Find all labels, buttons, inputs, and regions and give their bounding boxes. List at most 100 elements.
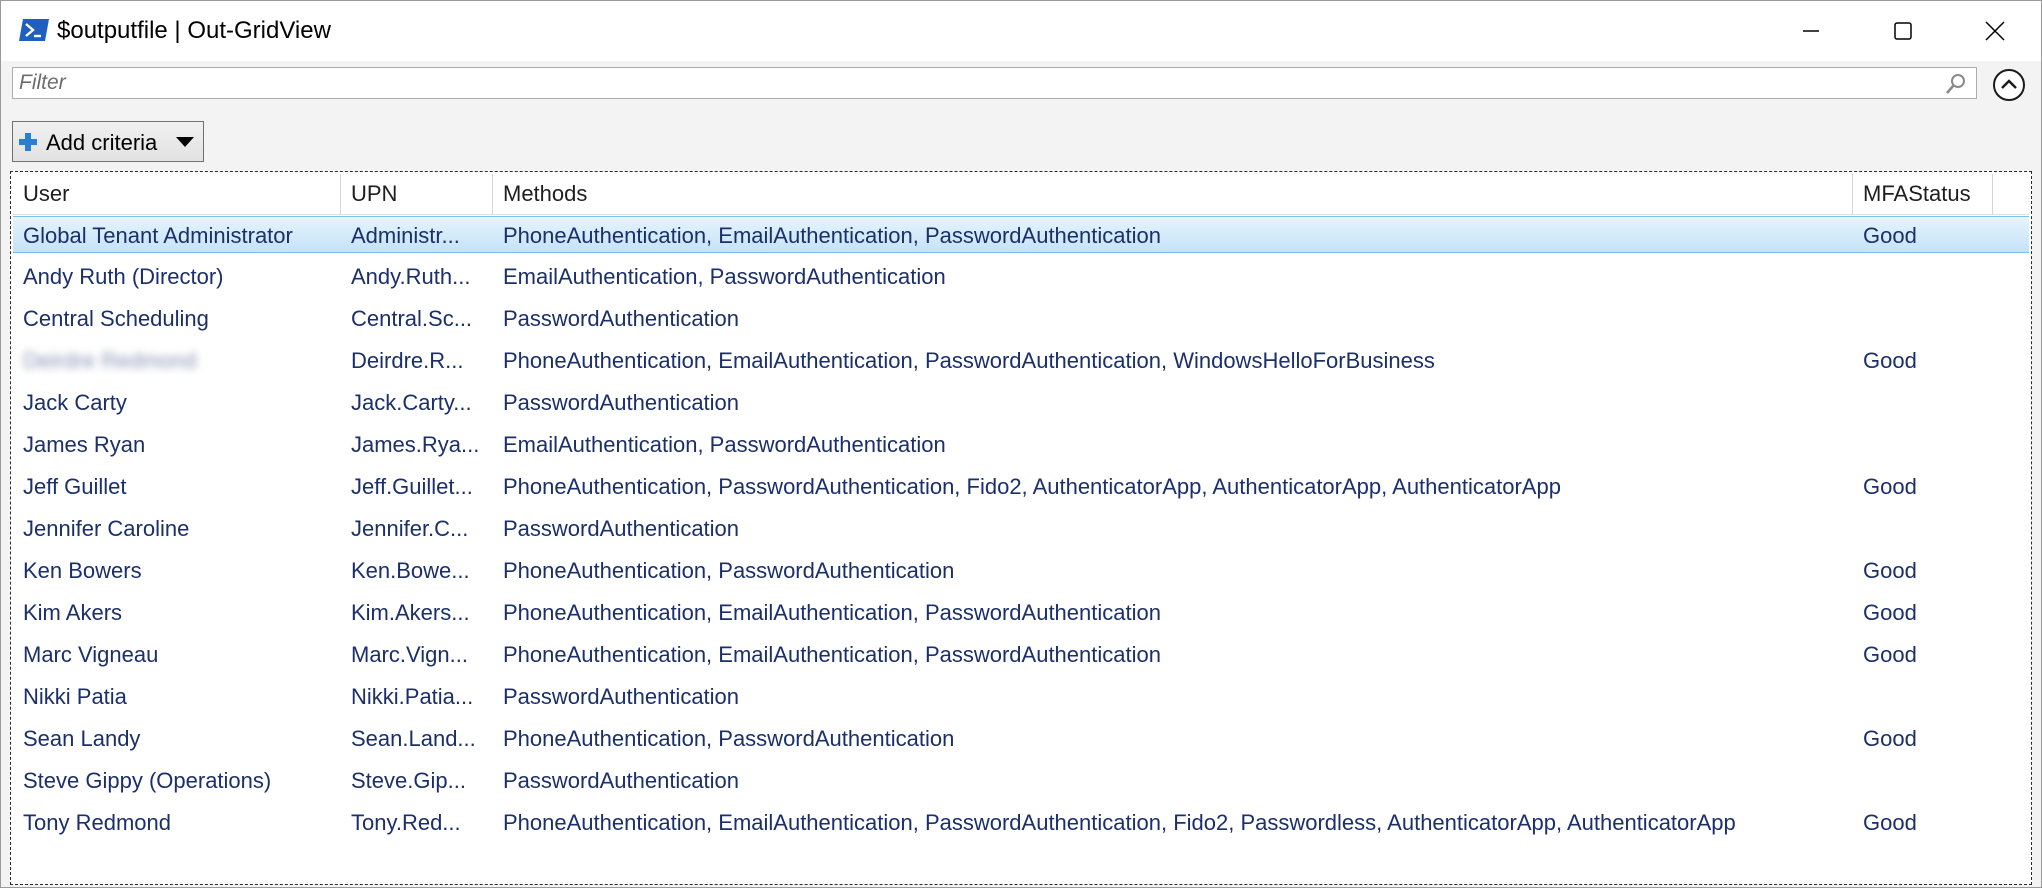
out-gridview-window: $outputfile | Out-GridView Filter Add cr… (0, 0, 2042, 888)
close-icon (1985, 21, 2005, 41)
cell-mfastatus: Good (1863, 726, 1917, 751)
cell-mfastatus (1853, 384, 1993, 421)
column-header-methods[interactable]: Methods (493, 174, 1853, 214)
column-header-mfastatus[interactable]: MFAStatus (1853, 174, 1993, 214)
cell-user: Sean Landy (23, 726, 141, 751)
table-row[interactable]: Tony Redmond Tony.Red... PhoneAuthenticati… (13, 804, 2029, 841)
cell-mfastatus: Good (1863, 642, 1917, 667)
cell-user: Jeff Guillet (23, 474, 127, 499)
cell-upn: James.Rya... (351, 432, 480, 457)
cell-methods: PasswordAuthentication (503, 306, 740, 331)
cell-user: Global Tenant Administrator (23, 223, 293, 248)
cell-mfastatus: Good (1863, 348, 1917, 373)
cell-methods: PhoneAuthentication, EmailAuthentication… (503, 642, 1161, 667)
cell-upn: Andy.Ruth... (351, 264, 471, 289)
cell-methods: PasswordAuthentication (503, 684, 740, 709)
cell-methods: EmailAuthentication, PasswordAuthenticat… (503, 264, 946, 289)
table-row[interactable]: Jack Carty Jack.Carty... PasswordAuthentic… (13, 384, 2029, 421)
filter-bar (1, 61, 2041, 111)
cell-mfastatus (1853, 762, 1993, 799)
column-header-filler (1993, 174, 2029, 214)
cell-mfastatus: Good (1863, 474, 1917, 499)
cell-methods: EmailAuthentication, PasswordAuthenticat… (503, 432, 946, 457)
table-row[interactable]: Ken Bowers Ken.Bowe... PhoneAuthentication… (13, 552, 2029, 589)
cell-upn: Tony.Red... (351, 810, 461, 835)
window-title: $outputfile | Out-GridView (57, 17, 331, 44)
cell-methods: PhoneAuthentication, PasswordAuthenticat… (503, 726, 955, 751)
column-header-user[interactable]: User (13, 174, 341, 214)
table-row[interactable]: Steve Gippy (Operations) Steve.Gip... Pass… (13, 762, 2029, 799)
table-row[interactable]: Global Tenant Administrator Administr... P… (13, 216, 2029, 253)
cell-mfastatus (1853, 426, 1993, 463)
title-bar[interactable]: $outputfile | Out-GridView (1, 1, 2041, 61)
cell-methods: PhoneAuthentication, EmailAuthentication… (503, 348, 1435, 373)
grid-body: User UPN Methods MFAStatus Global Tenant… (13, 174, 2029, 882)
table-row[interactable]: James Ryan James.Rya... EmailAuthenticatio… (13, 426, 2029, 463)
cell-mfastatus (1853, 678, 1993, 715)
cell-methods: PasswordAuthentication (503, 768, 740, 793)
grid-header: User UPN Methods MFAStatus (13, 174, 2029, 215)
table-row[interactable]: Deirdre Redmond Deirdre.R... PhoneAuthenti… (13, 342, 2029, 379)
table-row[interactable]: Kim Akers Kim.Akers... PhoneAuthentication… (13, 594, 2029, 631)
close-button[interactable] (1949, 1, 2041, 61)
cell-methods: PasswordAuthentication (503, 516, 740, 541)
cell-upn: Deirdre.R... (351, 348, 464, 373)
results-grid[interactable]: User UPN Methods MFAStatus Global Tenant… (10, 171, 2032, 885)
cell-mfastatus: Good (1863, 223, 1917, 248)
cell-upn: Jeff.Guillet... (351, 474, 473, 499)
cell-mfastatus (1853, 258, 1993, 295)
table-row[interactable]: Andy Ruth (Director) Andy.Ruth... EmailAut… (13, 258, 2029, 295)
plus-icon (19, 133, 37, 151)
cell-upn: Ken.Bowe... (351, 558, 470, 583)
cell-user: Steve Gippy (Operations) (23, 768, 272, 793)
cell-mfastatus: Good (1863, 600, 1917, 625)
column-header-upn[interactable]: UPN (341, 174, 493, 214)
minimize-icon (1803, 30, 1819, 32)
maximize-button[interactable] (1857, 1, 1949, 61)
cell-user: Jennifer Caroline (23, 516, 190, 541)
cell-methods: PasswordAuthentication (503, 390, 740, 415)
cell-mfastatus: Good (1863, 810, 1917, 835)
cell-user: Nikki Patia (23, 684, 127, 709)
maximize-icon (1894, 22, 1912, 40)
cell-user: Tony Redmond (23, 810, 171, 835)
cell-mfastatus (1853, 510, 1993, 547)
cell-mfastatus: Good (1863, 558, 1917, 583)
table-row[interactable]: Sean Landy Sean.Land... PhoneAuthenticatio… (13, 720, 2029, 757)
cell-methods: PhoneAuthentication, EmailAuthentication… (503, 223, 1161, 248)
cell-user: Ken Bowers (23, 558, 142, 583)
cell-mfastatus (1853, 300, 1993, 337)
cell-user: Andy Ruth (Director) (23, 264, 224, 289)
add-criteria-label: Add criteria (46, 130, 158, 155)
cell-user: Kim Akers (23, 600, 123, 625)
triangle-down-icon (176, 137, 194, 147)
add-criteria-button[interactable]: Add criteria (12, 121, 204, 162)
cell-upn: Nikki.Patia... (351, 684, 474, 709)
cell-user: Deirdre Redmond (23, 348, 197, 373)
cell-upn: Jennifer.C... (351, 516, 469, 541)
cell-upn: Central.Sc... (351, 306, 473, 331)
filter-input[interactable] (19, 68, 1919, 98)
cell-user: Marc Vigneau (23, 642, 159, 667)
cell-methods: PhoneAuthentication, EmailAuthentication… (503, 600, 1161, 625)
cell-methods: PhoneAuthentication, PasswordAuthenticat… (503, 558, 955, 583)
chevron-up-circle-icon[interactable] (1992, 68, 2026, 102)
cell-upn: Marc.Vign... (351, 642, 468, 667)
cell-user: James Ryan (23, 432, 146, 457)
cell-user: Jack Carty (23, 390, 127, 415)
filter-box[interactable] (12, 67, 1977, 99)
cell-methods: PhoneAuthentication, EmailAuthentication… (503, 810, 1736, 835)
table-row[interactable]: Jeff Guillet Jeff.Guillet... PhoneAuthenti… (13, 468, 2029, 505)
cell-upn: Sean.Land... (351, 726, 476, 751)
table-row[interactable]: Jennifer Caroline Jennifer.C... PasswordAu… (13, 510, 2029, 547)
cell-user: Central Scheduling (23, 306, 209, 331)
table-row[interactable]: Central Scheduling Central.Sc... PasswordA… (13, 300, 2029, 337)
cell-upn: Jack.Carty... (351, 390, 472, 415)
cell-methods: PhoneAuthentication, PasswordAuthenticat… (503, 474, 1561, 499)
powershell-icon (19, 19, 49, 41)
minimize-button[interactable] (1765, 1, 1857, 61)
table-row[interactable]: Nikki Patia Nikki.Patia... PasswordAuthent… (13, 678, 2029, 715)
cell-upn: Steve.Gip... (351, 768, 466, 793)
table-row[interactable]: Marc Vigneau Marc.Vign... PhoneAuthenticat… (13, 636, 2029, 673)
search-icon[interactable] (1944, 72, 1968, 96)
